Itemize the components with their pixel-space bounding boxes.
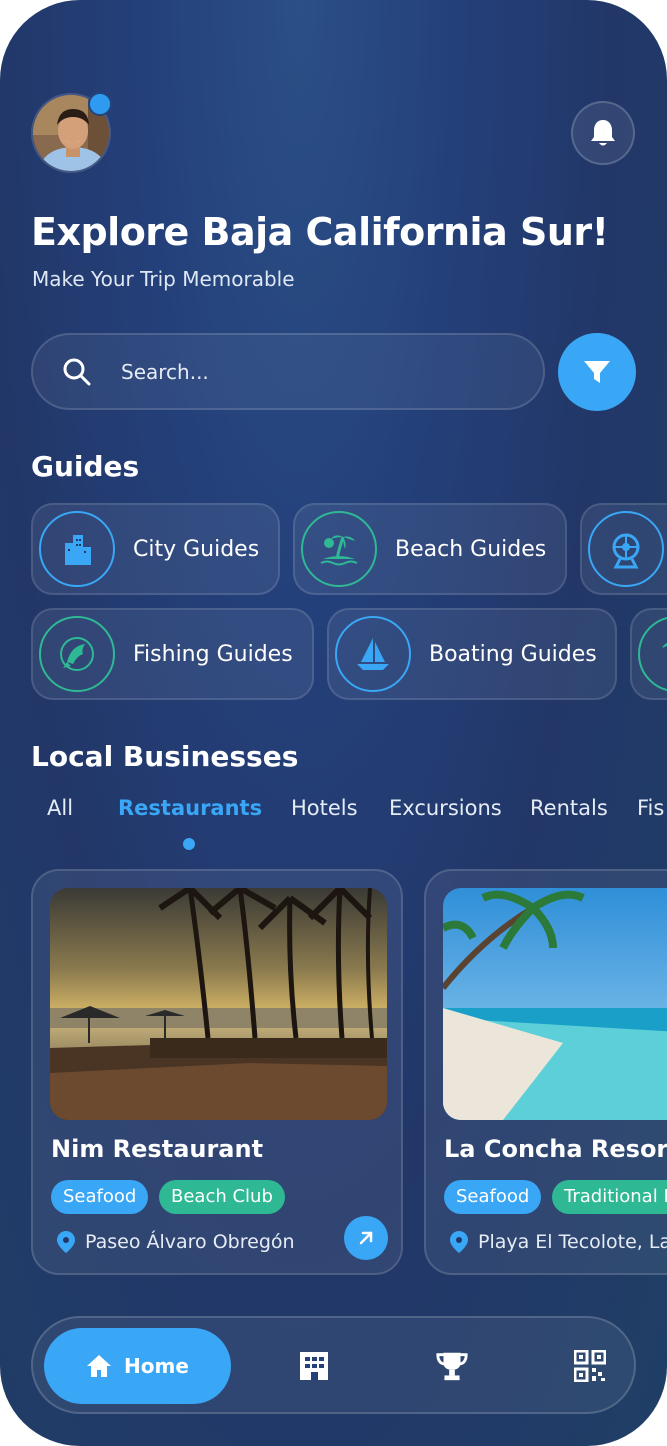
open-business-button[interactable] xyxy=(344,1216,388,1260)
sailboat-icon xyxy=(335,616,411,692)
app-screen: Explore Baja California Sur! Make Your T… xyxy=(0,0,667,1446)
building-icon xyxy=(300,1352,328,1380)
guide-label: Beach Guides xyxy=(395,536,547,562)
business-location: Playa El Tecolote, La P xyxy=(450,1231,667,1253)
tag-badge: Seafood xyxy=(51,1180,149,1214)
filter-icon xyxy=(584,361,610,383)
beach-island-icon xyxy=(301,511,377,587)
guide-beach[interactable]: Beach Guides xyxy=(293,503,567,595)
business-image xyxy=(443,888,667,1120)
local-businesses-title: Local Businesses xyxy=(31,740,299,773)
nav-rewards-button[interactable] xyxy=(435,1349,469,1383)
location-pin-icon xyxy=(450,1231,468,1253)
search-input[interactable] xyxy=(121,359,501,384)
business-name: La Concha Resort xyxy=(444,1135,667,1163)
page-title: Explore Baja California Sur! xyxy=(31,210,609,254)
nav-scan-button[interactable] xyxy=(573,1349,607,1383)
notifications-button[interactable] xyxy=(571,101,635,165)
location-pin-icon xyxy=(57,1231,75,1253)
bell-icon xyxy=(591,120,615,146)
qr-code-icon xyxy=(574,1350,606,1382)
trophy-icon xyxy=(436,1352,468,1381)
tab-rentals[interactable]: Rentals xyxy=(530,796,608,820)
guide-label: Fishing Guides xyxy=(133,641,293,667)
tag-badge: Seafood xyxy=(444,1180,542,1214)
guide-fishing[interactable]: Fishing Guides xyxy=(31,608,314,700)
guide-city[interactable]: City Guides xyxy=(31,503,280,595)
city-buildings-icon xyxy=(39,511,115,587)
tab-restaurants[interactable]: Restaurants xyxy=(118,796,262,820)
bottom-navigation: Home xyxy=(31,1316,636,1414)
business-image xyxy=(50,888,387,1120)
arrow-up-right-icon xyxy=(359,1231,373,1245)
online-status-dot xyxy=(88,92,112,116)
category-tabs: All Restaurants Hotels Excursions Rental… xyxy=(0,790,667,830)
palm-icon xyxy=(638,616,667,692)
home-icon xyxy=(87,1355,112,1377)
guide-attractions[interactable] xyxy=(580,503,667,595)
active-tab-indicator xyxy=(183,838,195,850)
business-location: Paseo Álvaro Obregón xyxy=(57,1231,295,1253)
tag-badge: Traditional M xyxy=(552,1180,667,1214)
nav-home-label: Home xyxy=(124,1354,189,1378)
tab-all[interactable]: All xyxy=(47,796,73,820)
tab-hotels[interactable]: Hotels xyxy=(291,796,358,820)
tab-fishing[interactable]: Fis xyxy=(637,796,664,820)
nav-businesses-button[interactable] xyxy=(297,1349,331,1383)
guides-title: Guides xyxy=(31,450,140,483)
guide-nature[interactable] xyxy=(630,608,667,700)
fish-icon xyxy=(39,616,115,692)
business-card[interactable]: Nim Restaurant Seafood Beach Club Paseo … xyxy=(31,869,403,1275)
nav-home-button[interactable]: Home xyxy=(44,1328,231,1404)
business-card[interactable]: La Concha Resort Seafood Traditional M P… xyxy=(424,869,667,1275)
filter-button[interactable] xyxy=(558,333,636,411)
search-icon xyxy=(63,358,91,385)
guide-label: City Guides xyxy=(133,536,260,562)
tab-excursions[interactable]: Excursions xyxy=(389,796,502,820)
search-bar[interactable] xyxy=(31,333,545,410)
tag-badge: Beach Club xyxy=(159,1180,285,1214)
location-text: Paseo Álvaro Obregón xyxy=(85,1231,295,1253)
guide-boating[interactable]: Boating Guides xyxy=(327,608,617,700)
guide-label: Boating Guides xyxy=(429,641,597,667)
page-subtitle: Make Your Trip Memorable xyxy=(32,267,295,291)
location-text: Playa El Tecolote, La P xyxy=(478,1231,667,1253)
business-name: Nim Restaurant xyxy=(51,1135,264,1163)
ferris-wheel-icon xyxy=(588,511,664,587)
